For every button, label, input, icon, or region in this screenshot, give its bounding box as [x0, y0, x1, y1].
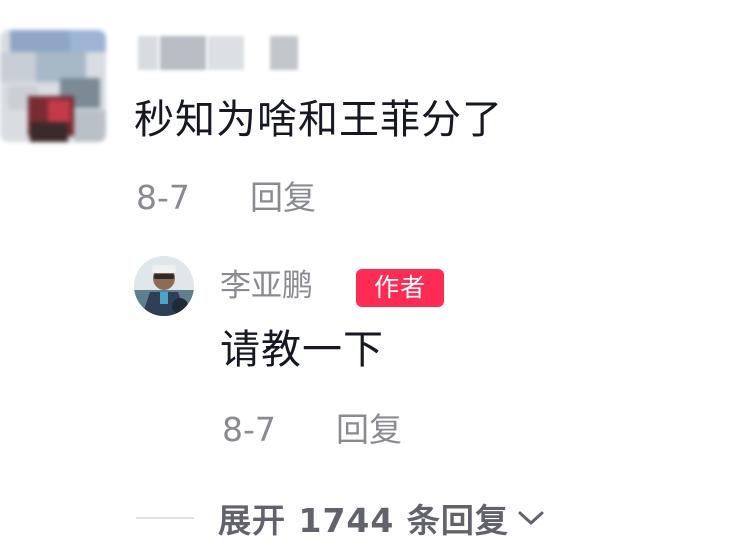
comment-reply-button[interactable]: 回复: [250, 178, 316, 218]
commenter-avatar[interactable]: [0, 30, 106, 142]
expand-replies-button[interactable]: 展开 1744 条回复: [218, 494, 545, 542]
reply-date: 8-7: [222, 410, 276, 449]
expand-divider: [136, 517, 194, 519]
comment-text: 秒知为啥和王菲分了: [134, 97, 503, 143]
reply-username[interactable]: 李亚鹏: [220, 266, 313, 306]
reply-avatar[interactable]: [134, 256, 194, 316]
reply-reply-button[interactable]: 回复: [336, 410, 402, 450]
reply-text: 请教一下: [220, 327, 384, 373]
author-badge: 作者: [356, 269, 444, 307]
expand-replies-label: 展开 1744 条回复: [218, 501, 509, 540]
chevron-down-icon: [517, 508, 545, 528]
comment-date: 8-7: [136, 178, 190, 217]
